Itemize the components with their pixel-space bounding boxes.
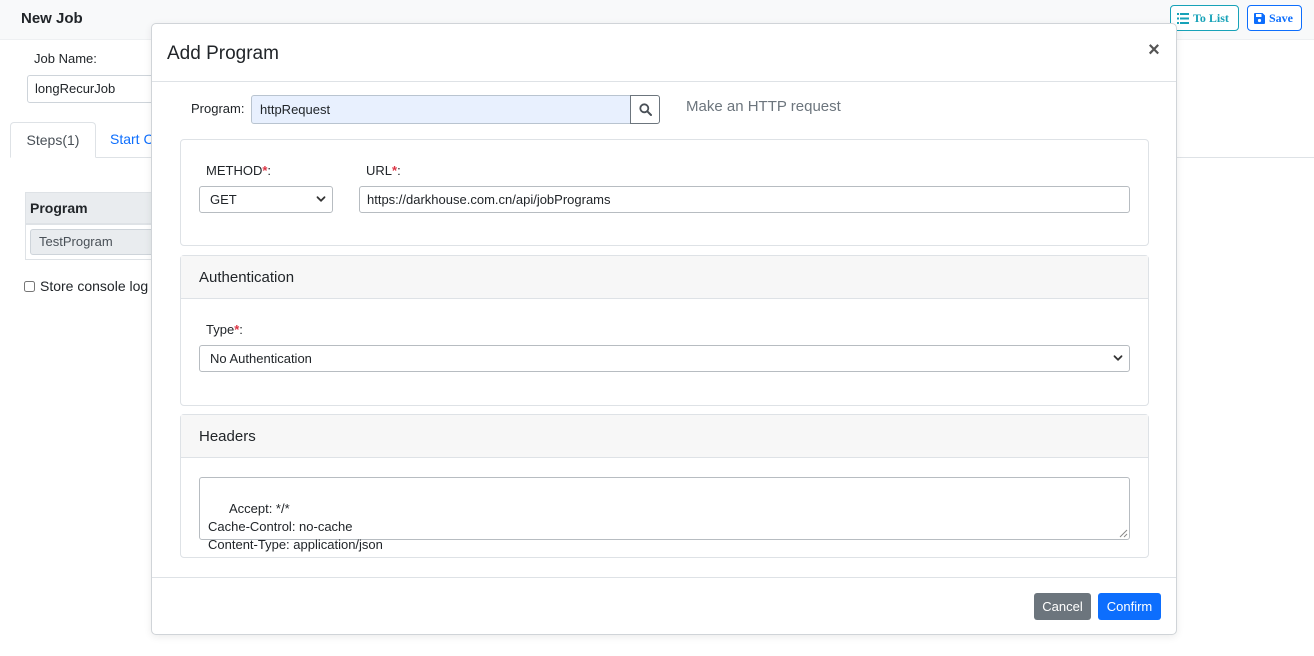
program-description: Make an HTTP request — [686, 98, 841, 115]
resize-grip-icon[interactable] — [1119, 529, 1128, 538]
authentication-card: Authentication Type*: No Authentication — [180, 255, 1149, 406]
store-console-log-label: Store console log — [40, 278, 149, 294]
cancel-button[interactable]: Cancel — [1034, 593, 1091, 620]
table-row: TestProgram — [25, 224, 165, 260]
confirm-button[interactable]: Confirm — [1098, 593, 1161, 620]
method-label: METHOD*: — [206, 163, 272, 178]
headers-heading: Headers — [181, 415, 1148, 458]
list-icon — [1177, 12, 1189, 24]
to-list-button[interactable]: To List — [1170, 5, 1239, 31]
request-card: METHOD*: GET URL*: https://darkhouse.com… — [180, 139, 1149, 246]
store-console-log-option[interactable]: Store console log — [24, 278, 148, 294]
tab-start[interactable]: Start C — [110, 131, 154, 147]
tab-steps[interactable]: Steps(1) — [10, 122, 96, 158]
headers-card: Headers Accept: */* Cache-Control: no-ca… — [180, 414, 1149, 558]
add-program-modal: Add Program × Program: httpRequest Make … — [151, 23, 1177, 635]
auth-type-select[interactable]: No Authentication — [199, 345, 1130, 372]
url-input[interactable]: https://darkhouse.com.cn/api/jobPrograms — [359, 186, 1130, 213]
close-icon[interactable]: × — [1145, 40, 1163, 60]
modal-header-divider — [152, 81, 1176, 82]
method-selected-value: GET — [210, 192, 237, 207]
chevron-down-icon — [1113, 355, 1123, 361]
url-label: URL*: — [366, 163, 401, 178]
steps-table-header: Program — [25, 192, 165, 224]
auth-type-label: Type*: — [206, 322, 243, 337]
program-search-button[interactable] — [630, 95, 660, 124]
store-console-log-checkbox[interactable] — [24, 280, 35, 292]
method-select[interactable]: GET — [199, 186, 333, 213]
page-title: New Job — [21, 10, 83, 27]
program-input[interactable]: httpRequest — [251, 95, 631, 124]
authentication-heading: Authentication — [181, 256, 1148, 299]
modal-footer-divider — [152, 577, 1176, 578]
floppy-icon — [1254, 12, 1265, 24]
headers-textarea[interactable]: Accept: */* Cache-Control: no-cache Cont… — [199, 477, 1130, 552]
save-label: Save — [1269, 10, 1293, 25]
to-list-label: To List — [1193, 10, 1229, 25]
headers-value: Accept: */* Cache-Control: no-cache Cont… — [208, 501, 383, 552]
search-icon — [638, 103, 652, 116]
job-name-label: Job Name: — [34, 51, 97, 66]
auth-type-selected-value: No Authentication — [210, 351, 312, 366]
save-button[interactable]: Save — [1247, 5, 1302, 31]
modal-title: Add Program — [167, 43, 279, 64]
program-label: Program: — [191, 101, 245, 116]
step-program-field[interactable]: TestProgram — [30, 229, 160, 255]
chevron-down-icon — [316, 196, 326, 202]
